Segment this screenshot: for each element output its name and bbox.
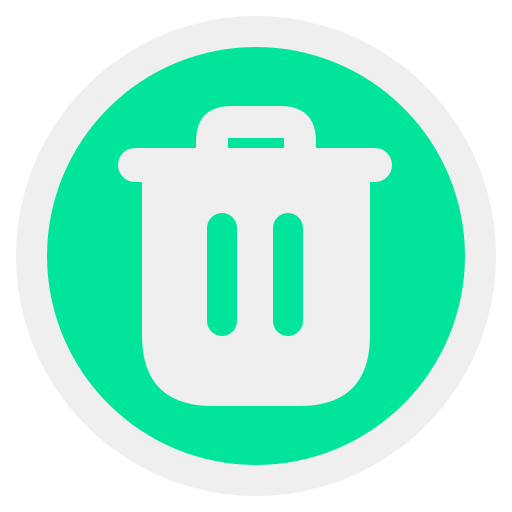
delete-button[interactable] — [0, 0, 512, 512]
app-stage — [0, 0, 512, 512]
trash-icon — [16, 16, 496, 496]
can-body — [142, 170, 370, 406]
can-slot-left — [207, 213, 237, 336]
can-slot-right — [273, 213, 303, 336]
